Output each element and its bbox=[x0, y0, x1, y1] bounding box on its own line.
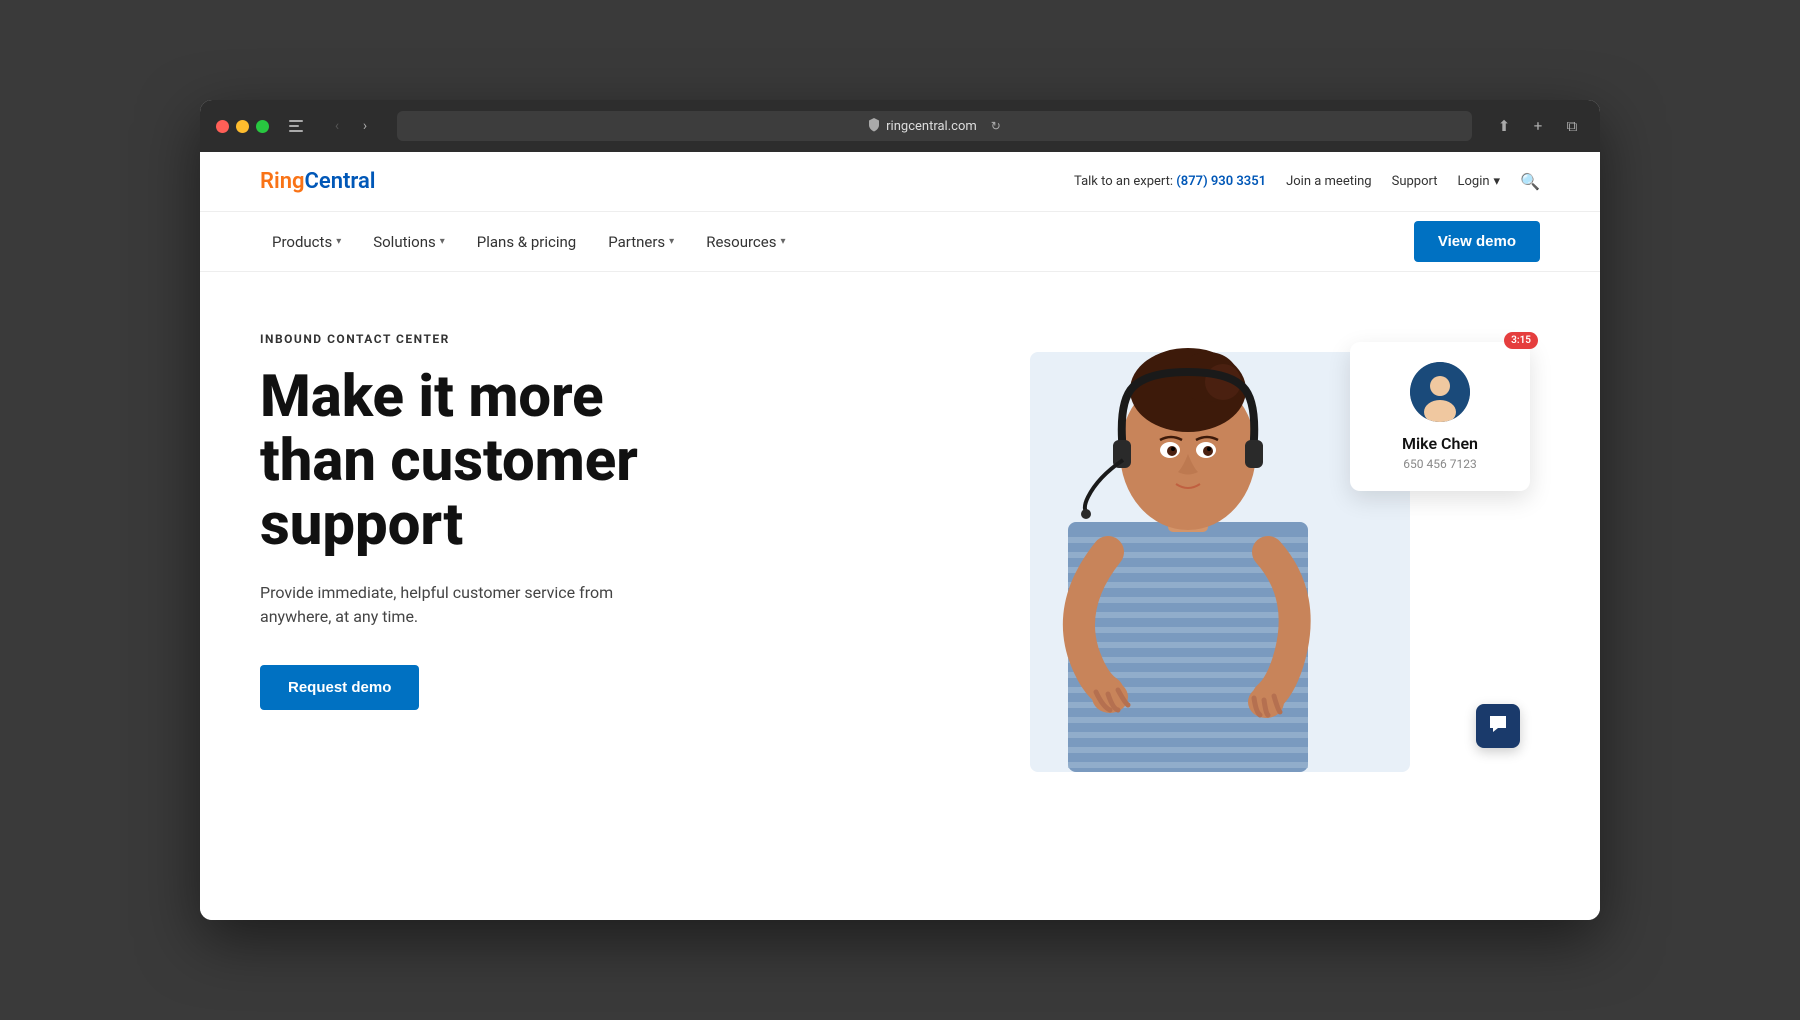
nav-plans-pricing-label: Plans & pricing bbox=[477, 233, 576, 251]
nav-arrows: ‹ › bbox=[325, 114, 377, 138]
nav-resources[interactable]: Resources ▾ bbox=[694, 225, 797, 259]
hero-label: INBOUND CONTACT CENTER bbox=[260, 332, 900, 346]
browser-chrome: ‹ › ringcentral.com ↻ ⬆ + ⧉ bbox=[200, 100, 1600, 152]
caller-name: Mike Chen bbox=[1374, 434, 1506, 453]
support-link[interactable]: Support bbox=[1392, 174, 1438, 189]
nav-partners-label: Partners bbox=[608, 233, 665, 251]
chevron-down-icon: ▾ bbox=[1494, 174, 1501, 189]
sidebar-toggle[interactable] bbox=[289, 118, 309, 134]
expert-phone[interactable]: (877) 930 3351 bbox=[1176, 174, 1266, 189]
view-demo-button[interactable]: View demo bbox=[1414, 221, 1540, 262]
browser-actions: ⬆ + ⧉ bbox=[1492, 114, 1584, 138]
nav-resources-label: Resources bbox=[706, 233, 776, 251]
close-button[interactable] bbox=[216, 120, 229, 133]
chat-fab-button[interactable] bbox=[1476, 704, 1520, 748]
header: RingCentral Talk to an expert: (877) 930… bbox=[200, 152, 1600, 212]
url-text: ringcentral.com bbox=[886, 119, 977, 134]
solutions-chevron-icon: ▾ bbox=[440, 236, 445, 247]
nav-items: Products ▾ Solutions ▾ Plans & pricing P… bbox=[260, 225, 1414, 259]
nav-plans-pricing[interactable]: Plans & pricing bbox=[465, 225, 588, 259]
nav: Products ▾ Solutions ▾ Plans & pricing P… bbox=[200, 212, 1600, 272]
address-bar[interactable]: ringcentral.com ↻ bbox=[397, 111, 1472, 141]
minimize-button[interactable] bbox=[236, 120, 249, 133]
new-tab-button[interactable]: + bbox=[1526, 114, 1550, 138]
share-button[interactable]: ⬆ bbox=[1492, 114, 1516, 138]
hero-subtitle: Provide immediate, helpful customer serv… bbox=[260, 581, 660, 629]
chat-icon bbox=[1488, 714, 1508, 739]
join-meeting-link[interactable]: Join a meeting bbox=[1286, 174, 1372, 189]
logo-central: Central bbox=[305, 169, 376, 194]
lock-icon bbox=[868, 118, 880, 135]
hero-title: Make it more than customer support bbox=[260, 366, 780, 557]
forward-button[interactable]: › bbox=[353, 114, 377, 138]
caller-phone: 650 456 7123 bbox=[1374, 457, 1506, 471]
nav-solutions-label: Solutions bbox=[373, 233, 436, 251]
refresh-icon[interactable]: ↻ bbox=[991, 119, 1001, 133]
expert-label: Talk to an expert: (877) 930 3351 bbox=[1074, 174, 1266, 189]
logo-ring: Ring bbox=[260, 169, 305, 194]
partners-chevron-icon: ▾ bbox=[669, 236, 674, 247]
nav-partners[interactable]: Partners ▾ bbox=[596, 225, 686, 259]
login-button[interactable]: Login ▾ bbox=[1457, 174, 1500, 189]
nav-products[interactable]: Products ▾ bbox=[260, 225, 353, 259]
nav-solutions[interactable]: Solutions ▾ bbox=[361, 225, 457, 259]
call-timer-badge: 3:15 bbox=[1504, 332, 1538, 349]
maximize-button[interactable] bbox=[256, 120, 269, 133]
browser-window: ‹ › ringcentral.com ↻ ⬆ + ⧉ RingCentral bbox=[200, 100, 1600, 920]
tabs-button[interactable]: ⧉ bbox=[1560, 114, 1584, 138]
call-card: 3:15 Mike Chen 650 456 7123 bbox=[1350, 342, 1530, 491]
nav-products-label: Products bbox=[272, 233, 332, 251]
header-right: Talk to an expert: (877) 930 3351 Join a… bbox=[1074, 172, 1540, 191]
caller-avatar bbox=[1410, 362, 1470, 422]
agent-figure bbox=[1028, 322, 1348, 772]
hero-right: 3:15 Mike Chen 650 456 7123 bbox=[900, 312, 1540, 772]
logo[interactable]: RingCentral bbox=[260, 169, 375, 194]
page: RingCentral Talk to an expert: (877) 930… bbox=[200, 152, 1600, 920]
agent-visual: 3:15 Mike Chen 650 456 7123 bbox=[900, 312, 1540, 772]
products-chevron-icon: ▾ bbox=[336, 236, 341, 247]
request-demo-button[interactable]: Request demo bbox=[260, 665, 419, 710]
search-icon[interactable]: 🔍 bbox=[1520, 172, 1540, 191]
hero-left: INBOUND CONTACT CENTER Make it more than… bbox=[260, 312, 900, 772]
resources-chevron-icon: ▾ bbox=[780, 236, 785, 247]
traffic-lights bbox=[216, 120, 269, 133]
back-button[interactable]: ‹ bbox=[325, 114, 349, 138]
hero-section: INBOUND CONTACT CENTER Make it more than… bbox=[200, 272, 1600, 772]
